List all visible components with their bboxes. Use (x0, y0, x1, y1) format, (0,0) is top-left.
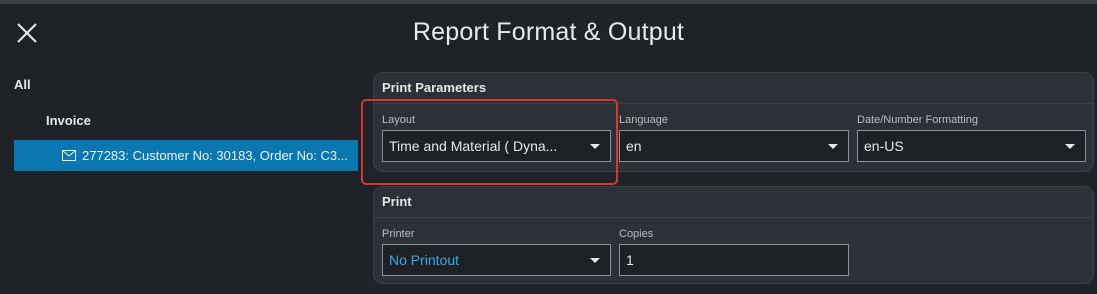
print-title: Print (374, 187, 1093, 218)
formatting-label: Date/Number Formatting (857, 114, 979, 126)
nav-item-label: 277283: Customer No: 30183, Order No: C3… (82, 148, 348, 163)
printer-value: No Printout (389, 252, 460, 268)
layout-highlight-box (361, 99, 618, 185)
chevron-down-icon (828, 144, 838, 149)
language-value: en (626, 138, 642, 154)
language-label: Language (619, 114, 668, 126)
copies-input[interactable]: 1 (619, 244, 849, 276)
printer-select[interactable]: No Printout (382, 244, 611, 276)
formatting-select[interactable]: en-US (857, 130, 1086, 162)
window-top-bar (0, 0, 1097, 4)
language-select[interactable]: en (619, 130, 849, 162)
copies-value: 1 (626, 252, 634, 268)
printer-label: Printer (382, 228, 415, 240)
print-panel: Print Printer No Printout Copies 1 (373, 186, 1094, 284)
page-title: Report Format & Output (412, 18, 685, 46)
copies-label: Copies (619, 228, 654, 240)
nav-group-invoice[interactable]: Invoice (46, 113, 91, 128)
nav-item-invoice-277283[interactable]: 277283: Customer No: 30183, Order No: C3… (14, 140, 358, 171)
nav-all[interactable]: All (14, 77, 31, 92)
chevron-down-icon (590, 258, 600, 263)
mail-icon (62, 150, 76, 161)
chevron-down-icon (1065, 144, 1075, 149)
formatting-value: en-US (864, 138, 904, 154)
